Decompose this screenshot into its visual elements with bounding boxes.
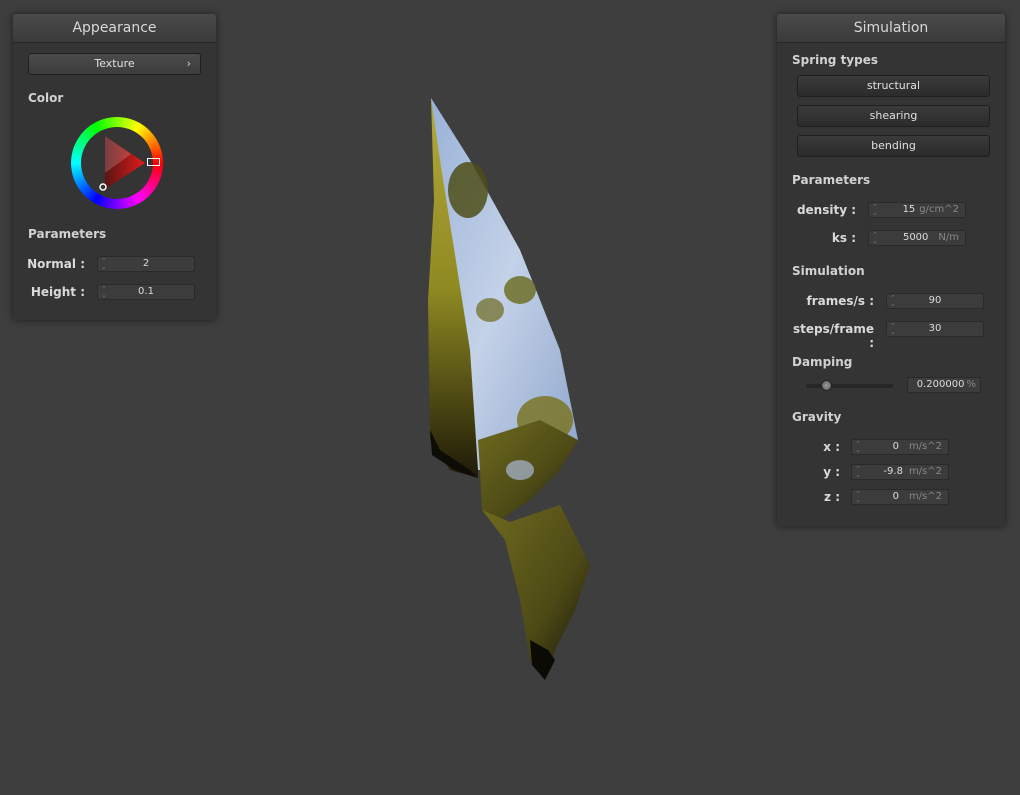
steps-value: 30 [928,323,942,334]
normal-field[interactable]: ⌃ ⌄ 2 [97,256,195,272]
height-value: 0.1 [138,286,154,297]
simulation-panel-title[interactable]: Simulation [777,14,1005,43]
ks-unit: N/m [938,232,959,243]
damping-slider[interactable] [806,380,893,392]
density-value: 15 [902,204,916,215]
shearing-button[interactable]: shearing [797,105,990,127]
spin-arrows-icon[interactable]: ⌃ ⌄ [855,491,861,504]
appearance-panel-title[interactable]: Appearance [13,14,216,43]
fps-field[interactable]: ⌃ ⌄ 90 [886,293,984,309]
appearance-panel: Appearance Texture › Color Parameters No… [13,14,216,320]
gravity-y-field[interactable]: ⌃ ⌄ -9.8 m/s^2 [851,464,949,480]
appearance-parameters-label: Parameters [28,227,107,241]
gravity-y-label: y : [823,465,840,479]
texture-button-label: Texture [94,57,135,70]
gravity-y-value: -9.8 [883,466,903,477]
normal-value: 2 [142,258,150,269]
ks-field[interactable]: ⌃ ⌄ 5000 N/m [868,230,966,246]
density-unit: g/cm^2 [919,204,959,215]
bending-button[interactable]: bending [797,135,990,157]
ks-value: 5000 [902,232,929,243]
density-field[interactable]: ⌃ ⌄ 15 g/cm^2 [868,202,966,218]
gravity-x-label: x : [823,440,840,454]
fps-value: 90 [928,295,942,306]
height-label: Height : [30,285,85,299]
spring-types-label: Spring types [792,53,879,67]
damping-label: Damping [792,355,853,369]
spin-arrows-icon[interactable]: ⌃ ⌄ [855,466,861,479]
spin-arrows-icon[interactable]: ⌃ ⌄ [855,441,861,454]
sim-simulation-label: Simulation [792,264,865,278]
gravity-y-unit: m/s^2 [908,466,942,477]
simulation-panel: Simulation Spring types structural shear… [777,14,1005,526]
damping-value: 0.200000 [916,379,965,390]
spin-arrows-icon[interactable]: ⌃ ⌄ [872,232,878,245]
texture-button[interactable]: Texture › [28,53,201,75]
chevron-right-icon: › [186,57,191,70]
fps-label: frames/s : [806,294,874,308]
gravity-x-value: 0 [892,441,899,452]
ks-label: ks : [831,231,856,245]
slider-knob-icon[interactable] [821,380,832,391]
damping-slider-track [806,384,893,388]
gravity-x-field[interactable]: ⌃ ⌄ 0 m/s^2 [851,439,949,455]
gravity-z-label: z : [824,490,840,504]
structural-button[interactable]: structural [797,75,990,97]
sim-parameters-label: Parameters [792,173,871,187]
gravity-x-unit: m/s^2 [908,441,942,452]
color-label: Color [28,91,64,105]
color-wheel-icon[interactable] [71,117,163,209]
height-field[interactable]: ⌃ ⌄ 0.1 [97,284,195,300]
gravity-z-field[interactable]: ⌃ ⌄ 0 m/s^2 [851,489,949,505]
spin-arrows-icon[interactable]: ⌃ ⌄ [872,204,878,217]
gravity-z-unit: m/s^2 [908,491,942,502]
steps-field[interactable]: ⌃ ⌄ 30 [886,321,984,337]
damping-field[interactable]: 0.200000% [907,377,981,393]
gravity-z-value: 0 [892,491,899,502]
damping-unit: % [966,379,976,390]
steps-label: steps/frame : [792,322,874,350]
hue-handle[interactable] [147,158,160,166]
normal-label: Normal : [27,257,85,271]
density-label: density : [796,203,856,217]
gravity-label: Gravity [792,410,842,424]
